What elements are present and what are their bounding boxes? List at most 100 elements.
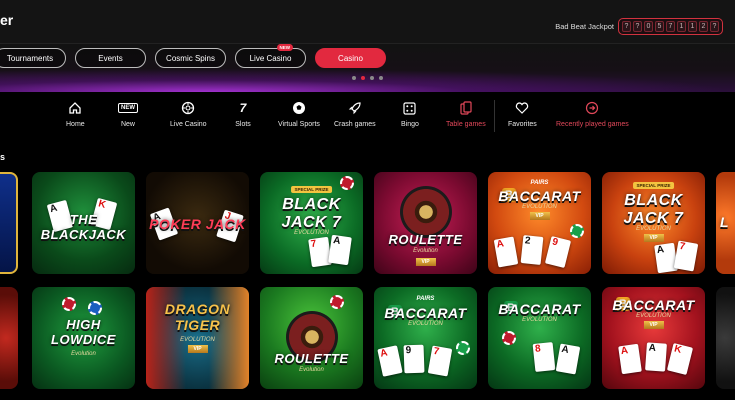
pill-tournaments[interactable]: Tournaments bbox=[0, 48, 66, 68]
game-title: BACCARAT bbox=[384, 305, 467, 321]
pill-label: Cosmic Spins bbox=[166, 53, 215, 63]
nav-label: New bbox=[120, 121, 135, 128]
jackpot-widget[interactable]: Bad Beat Jackpot ? ? 0 5 7 1 1 2 ? bbox=[555, 18, 723, 35]
nav-home[interactable]: Home bbox=[66, 100, 85, 128]
nav-divider bbox=[494, 100, 495, 132]
game-tile-black-jack-7-vip[interactable]: SPECIAL PRIZE BLACK JACK 7 EVOLUTION VIP… bbox=[602, 172, 705, 274]
game-tile-baccarat-pairs[interactable]: B PAIRS BACCARAT EVOLUTION A 9 7 bbox=[374, 287, 477, 389]
game-tag: PAIRS bbox=[416, 296, 435, 302]
nav-recently-played[interactable]: Recently played games bbox=[556, 100, 629, 128]
carousel-dot[interactable] bbox=[370, 76, 374, 80]
nav-favorites[interactable]: Favorites bbox=[508, 100, 537, 128]
jackpot-digit: ? bbox=[633, 21, 642, 32]
game-subtitle: EVOLUTION bbox=[522, 317, 557, 323]
special-prize-banner: SPECIAL PRIZE bbox=[632, 182, 675, 189]
game-tile-baccarat[interactable]: B BACCARAT EVOLUTION 8 A bbox=[488, 287, 591, 389]
nav-crash-games[interactable]: Crash games bbox=[334, 100, 376, 128]
brand-logo-text[interactable]: er bbox=[0, 12, 13, 28]
game-subtitle: EVOLUTION bbox=[636, 226, 671, 232]
new-badge: NEW bbox=[276, 44, 293, 51]
game-tile-poker-jack[interactable]: A J POKER JACK bbox=[146, 172, 249, 274]
game-tile-baccarat-pairs-vip[interactable]: B PAIRS BACCARAT EVOLUTION VIP A 2 9 bbox=[488, 172, 591, 274]
carousel-dot-active[interactable] bbox=[361, 76, 365, 80]
game-tile-the-blackjack[interactable]: A K THE BLACKJACK bbox=[32, 172, 135, 274]
nav-new[interactable]: NEW New bbox=[118, 100, 138, 128]
nav-label: Crash games bbox=[334, 121, 376, 128]
special-prize-banner: SPECIAL PRIZE bbox=[290, 186, 333, 193]
game-tile-partial-right[interactable]: L bbox=[716, 172, 735, 274]
nav-table-games[interactable]: Table games bbox=[446, 100, 486, 128]
game-subtitle: EVOLUTION bbox=[408, 321, 443, 327]
pill-label: Live Casino bbox=[249, 53, 292, 63]
nav-live-casino[interactable]: Live Casino bbox=[170, 100, 207, 128]
game-title: BACCARAT bbox=[612, 297, 695, 313]
pill-label: Casino bbox=[338, 53, 363, 63]
new-icon: NEW bbox=[118, 100, 138, 116]
jackpot-digit: 1 bbox=[677, 21, 686, 32]
jackpot-counter: ? ? 0 5 7 1 1 2 ? bbox=[618, 18, 723, 35]
bingo-icon bbox=[402, 100, 418, 116]
carousel-dot[interactable] bbox=[379, 76, 383, 80]
game-subtitle: EVOLUTION bbox=[522, 204, 557, 210]
game-subtitle: Evolution bbox=[299, 367, 324, 373]
jackpot-digit: 0 bbox=[644, 21, 653, 32]
game-tag: PAIRS bbox=[530, 180, 549, 186]
game-title: BLACK JACK 7 bbox=[281, 196, 342, 231]
game-title: ROULETTE bbox=[388, 232, 463, 247]
category-pill-bar: Tournaments Events Cosmic Spins Live Cas… bbox=[0, 44, 735, 92]
vip-badge: VIP bbox=[415, 258, 436, 266]
game-tile-roulette-vip[interactable]: ROULETTE Evolution VIP bbox=[374, 172, 477, 274]
pill-cosmic-spins[interactable]: Cosmic Spins bbox=[155, 48, 226, 68]
game-category-nav: Home NEW New Live Casino 7 Slots Virtual… bbox=[0, 92, 735, 152]
nav-label: Live Casino bbox=[170, 121, 207, 128]
vip-badge: VIP bbox=[529, 212, 550, 220]
pill-events[interactable]: Events bbox=[75, 48, 146, 68]
pill-live-casino[interactable]: Live Casino NEW bbox=[235, 44, 306, 68]
game-title: BACCARAT bbox=[498, 188, 581, 204]
game-subtitle: EVOLUTION bbox=[180, 337, 215, 343]
jackpot-digit: 2 bbox=[699, 21, 708, 32]
game-tile-baccarat-vip[interactable]: B BACCARAT EVOLUTION VIP A A K bbox=[602, 287, 705, 389]
jackpot-digit: ? bbox=[710, 21, 719, 32]
jackpot-digit: 5 bbox=[655, 21, 664, 32]
game-tile-black-jack-7[interactable]: SPECIAL PRIZE BLACK JACK 7 EVOLUTION 7 A bbox=[260, 172, 363, 274]
game-title: BACCARAT bbox=[498, 301, 581, 317]
nav-slots[interactable]: 7 Slots bbox=[235, 100, 251, 128]
nav-label: Table games bbox=[446, 121, 486, 128]
game-title: THE BLACKJACK bbox=[40, 212, 127, 242]
carousel-dots bbox=[352, 76, 383, 80]
nav-bingo[interactable]: Bingo bbox=[401, 100, 419, 128]
game-subtitle: EVOLUTION bbox=[636, 313, 671, 319]
game-tile-partial-left-2[interactable] bbox=[0, 287, 18, 389]
pill-label: Tournaments bbox=[6, 53, 54, 63]
jackpot-digit: ? bbox=[622, 21, 631, 32]
game-tile-roulette[interactable]: ROULETTE Evolution bbox=[260, 287, 363, 389]
jackpot-digit: 7 bbox=[666, 21, 675, 32]
game-tile-partial-right-2[interactable] bbox=[716, 287, 735, 389]
hero-banner-glow bbox=[0, 68, 735, 92]
top-bar: er Bad Beat Jackpot ? ? 0 5 7 1 1 2 ? bbox=[0, 0, 735, 44]
game-title: ROULETTE bbox=[274, 351, 349, 366]
game-title: HIGH LOWDICE bbox=[51, 317, 116, 347]
game-tile-high-low-dice[interactable]: HIGH LOWDICE Evolution bbox=[32, 287, 135, 389]
game-subtitle: Evolution bbox=[413, 248, 438, 254]
soccer-ball-icon bbox=[291, 100, 307, 116]
table-games-icon bbox=[458, 100, 474, 116]
rocket-icon bbox=[347, 100, 363, 116]
nav-label: Recently played games bbox=[556, 121, 629, 128]
pill-label: Events bbox=[98, 53, 123, 63]
game-title: BLACK JACK 7 bbox=[623, 192, 684, 227]
nav-virtual-sports[interactable]: Virtual Sports bbox=[278, 100, 320, 128]
nav-label: Slots bbox=[235, 121, 251, 128]
pill-casino[interactable]: Casino bbox=[315, 48, 386, 68]
game-title: POKER JACK bbox=[149, 216, 246, 232]
nav-label: Favorites bbox=[508, 121, 537, 128]
home-icon bbox=[67, 100, 83, 116]
game-subtitle: EVOLUTION bbox=[294, 230, 329, 236]
vip-badge: VIP bbox=[643, 321, 664, 329]
arrow-right-circle-icon bbox=[584, 100, 600, 116]
game-tile-partial-left[interactable] bbox=[0, 172, 18, 274]
carousel-dot[interactable] bbox=[352, 76, 356, 80]
game-tile-dragon-tiger[interactable]: DRAGON TIGER EVOLUTION VIP bbox=[146, 287, 249, 389]
section-heading-fragment: s bbox=[0, 152, 6, 162]
